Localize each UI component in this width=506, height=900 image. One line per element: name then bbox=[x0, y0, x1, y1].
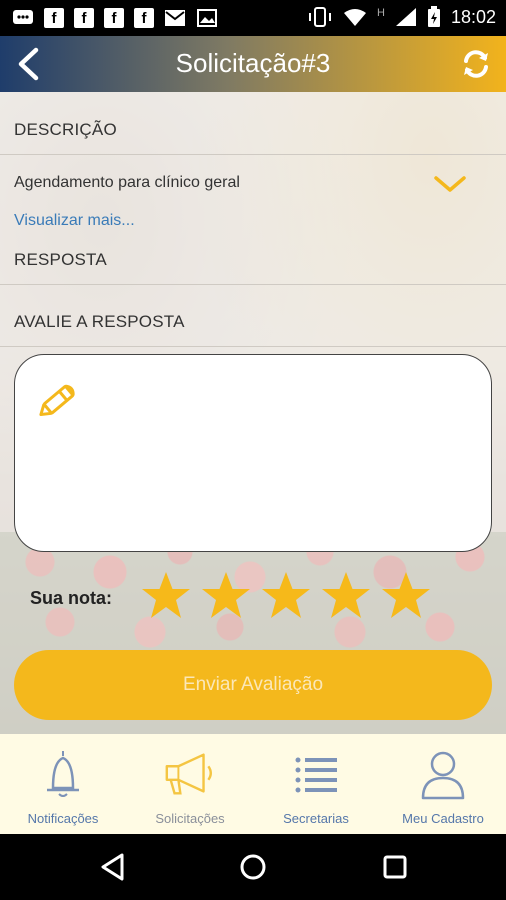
clock: 18:02 bbox=[450, 6, 496, 27]
star-rating[interactable] bbox=[140, 570, 432, 622]
divider bbox=[0, 284, 506, 285]
bottom-nav: Notificações Solicitações Secretarias Me… bbox=[0, 734, 506, 834]
visualizar-mais-link[interactable]: Visualizar mais... bbox=[14, 212, 135, 230]
descricao-text: Agendamento para clínico geral bbox=[14, 174, 240, 191]
nav-label: Meu Cadastro bbox=[402, 811, 484, 826]
chat-notification-icon bbox=[12, 8, 34, 28]
nav-label: Solicitações bbox=[155, 811, 225, 826]
list-icon bbox=[295, 757, 337, 793]
system-nav-bar bbox=[0, 834, 506, 900]
divider bbox=[0, 346, 506, 347]
image-notification-icon bbox=[196, 8, 218, 28]
star-icon[interactable] bbox=[320, 570, 372, 622]
enviar-avaliacao-button[interactable]: Enviar Avaliação bbox=[14, 650, 492, 720]
facebook-notification-icon: f bbox=[74, 8, 94, 28]
nav-item-notificacoes[interactable]: Notificações bbox=[0, 748, 126, 826]
rating-label: Sua nota: bbox=[30, 588, 113, 608]
resposta-label: RESPOSTA bbox=[14, 250, 107, 269]
nav-item-secretarias[interactable]: Secretarias bbox=[253, 748, 379, 826]
home-circle-icon[interactable] bbox=[238, 852, 268, 882]
star-icon[interactable] bbox=[200, 570, 252, 622]
back-triangle-icon[interactable] bbox=[98, 852, 128, 882]
nav-item-meu-cadastro[interactable]: Meu Cadastro bbox=[380, 748, 506, 826]
status-bar: f f f f H 18:02 bbox=[0, 0, 506, 36]
pencil-icon bbox=[39, 384, 75, 416]
nav-label: Notificações bbox=[27, 811, 99, 826]
wifi-icon bbox=[344, 9, 366, 26]
star-icon[interactable] bbox=[380, 570, 432, 622]
content-area: DESCRIÇÃO Agendamento para clínico geral… bbox=[0, 92, 506, 734]
app-header: Solicitação#3 bbox=[0, 36, 506, 92]
star-icon[interactable] bbox=[260, 570, 312, 622]
vibrate-icon bbox=[309, 7, 331, 27]
facebook-notification-icon: f bbox=[104, 8, 124, 28]
nav-item-solicitacoes[interactable]: Solicitações bbox=[127, 748, 253, 826]
megaphone-icon bbox=[165, 753, 212, 795]
battery-icon bbox=[427, 6, 440, 27]
descricao-label: DESCRIÇÃO bbox=[14, 120, 117, 139]
star-icon[interactable] bbox=[140, 570, 192, 622]
avalie-label: AVALIE A RESPOSTA bbox=[14, 312, 185, 331]
chevron-down-icon[interactable] bbox=[432, 172, 468, 196]
rating-comment-input[interactable] bbox=[14, 354, 492, 552]
recents-square-icon[interactable] bbox=[380, 852, 410, 882]
divider bbox=[0, 154, 506, 155]
signal-icon bbox=[395, 8, 416, 26]
bell-icon bbox=[47, 751, 79, 797]
network-type-label: H bbox=[377, 7, 385, 19]
nav-label: Secretarias bbox=[283, 811, 349, 826]
facebook-notification-icon: f bbox=[134, 8, 154, 28]
facebook-notification-icon: f bbox=[44, 8, 64, 28]
gmail-notification-icon bbox=[164, 8, 186, 28]
refresh-icon bbox=[464, 50, 488, 78]
user-icon bbox=[421, 751, 465, 800]
refresh-button[interactable] bbox=[460, 48, 492, 80]
page-title: Solicitação#3 bbox=[175, 48, 331, 78]
